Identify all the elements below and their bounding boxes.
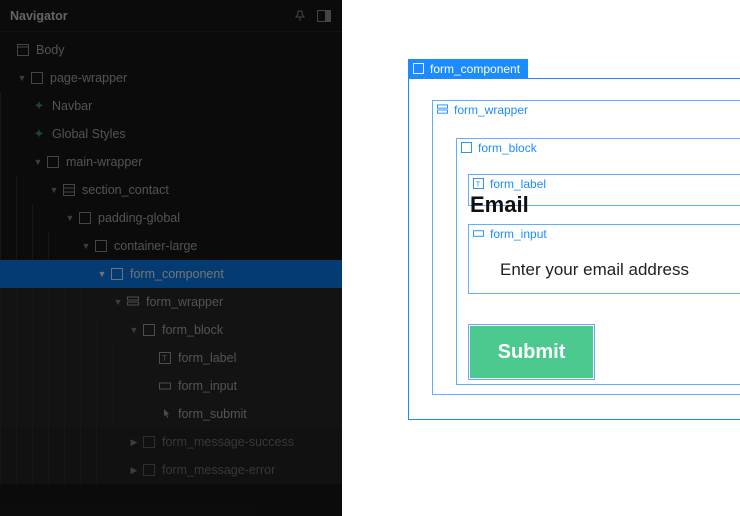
tree-label: padding-global [98, 211, 180, 225]
chevron-down-icon[interactable]: ▼ [112, 297, 124, 307]
div-icon [461, 142, 473, 154]
div-icon [46, 155, 60, 169]
tree-label: form_label [178, 351, 236, 365]
tree-item-page-wrapper[interactable]: ▼ page-wrapper [0, 64, 342, 92]
tree-label: section_contact [82, 183, 169, 197]
body-icon [16, 43, 30, 57]
tree-item-global-styles[interactable]: ✦ Global Styles [0, 120, 342, 148]
tree-item-form-submit[interactable]: ▼ form_submit [0, 400, 342, 428]
tree-item-form-wrapper[interactable]: ▼ form_wrapper [0, 288, 342, 316]
tree-item-form-input[interactable]: ▼ form_input [0, 372, 342, 400]
tag-label: form_label [490, 177, 546, 191]
svg-text:T: T [162, 354, 167, 363]
pin-icon[interactable] [292, 8, 308, 24]
div-icon [94, 239, 108, 253]
chevron-right-icon[interactable]: ▶ [128, 465, 140, 476]
tag-label: form_block [478, 141, 537, 155]
div-icon [413, 63, 425, 75]
tree-item-section-contact[interactable]: ▼ section_contact [0, 176, 342, 204]
tree-label: Global Styles [52, 127, 126, 141]
chevron-down-icon[interactable]: ▼ [80, 241, 92, 251]
text-icon: T [473, 178, 485, 190]
tree-label: Navbar [52, 99, 92, 113]
tree-label: form_component [130, 267, 224, 281]
svg-text:T: T [476, 179, 481, 188]
tree-label: form_block [162, 323, 223, 337]
div-icon [142, 463, 156, 477]
tree-item-form-component[interactable]: ▼ form_component [0, 260, 342, 288]
div-icon [78, 211, 92, 225]
chevron-down-icon[interactable]: ▼ [64, 213, 76, 223]
tree-label: page-wrapper [50, 71, 127, 85]
tag-label: form_wrapper [454, 103, 528, 117]
navigator-title: Navigator [10, 9, 284, 23]
tree-label: form_message-success [162, 435, 294, 449]
text-icon: T [158, 351, 172, 365]
tree-label: main-wrapper [66, 155, 142, 169]
tree-item-form-message-error[interactable]: ▶ form_message-error [0, 456, 342, 484]
navigator-header: Navigator [0, 0, 342, 32]
tree-label: form_input [178, 379, 237, 393]
chevron-right-icon[interactable]: ▶ [128, 437, 140, 448]
chevron-down-icon[interactable]: ▼ [128, 325, 140, 335]
form-icon [126, 295, 140, 309]
tag-label: form_component [430, 62, 520, 76]
chevron-down-icon[interactable]: ▼ [16, 73, 28, 83]
form-label-text: Email [470, 192, 529, 218]
input-icon [473, 228, 485, 240]
tree-label: container-large [114, 239, 197, 253]
tree-label: form_message-error [162, 463, 275, 477]
outline-form-input[interactable]: form_input [468, 224, 740, 294]
outline-tag: form_input [469, 225, 547, 243]
tree-item-container-large[interactable]: ▼ container-large [0, 232, 342, 260]
tree-item-main-wrapper[interactable]: ▼ main-wrapper [0, 148, 342, 176]
tree-item-navbar[interactable]: ✦ Navbar [0, 92, 342, 120]
tree-label: form_submit [178, 407, 247, 421]
navigator-panel: Navigator Body ▼ page-wrapper ✦ Navbar ✦ [0, 0, 342, 516]
tree-item-form-block[interactable]: ▼ form_block [0, 316, 342, 344]
tree-item-form-message-success[interactable]: ▶ form_message-success [0, 428, 342, 456]
section-icon [62, 183, 76, 197]
tree-item-body[interactable]: Body [0, 36, 342, 64]
chevron-down-icon[interactable]: ▼ [96, 269, 108, 279]
tree-label: form_wrapper [146, 295, 223, 309]
navigator-tree: Body ▼ page-wrapper ✦ Navbar ✦ Global St… [0, 32, 342, 484]
tree-label: Body [36, 43, 65, 57]
div-icon [110, 267, 124, 281]
pointer-icon [158, 407, 172, 421]
submit-button[interactable]: Submit [470, 326, 593, 378]
div-icon [30, 71, 44, 85]
outline-tag: form_block [457, 139, 537, 157]
symbol-icon: ✦ [32, 98, 46, 114]
div-icon [142, 435, 156, 449]
tree-item-padding-global[interactable]: ▼ padding-global [0, 204, 342, 232]
canvas-preview: form_component form_wrapper form_block T… [342, 0, 740, 516]
chevron-down-icon[interactable]: ▼ [32, 157, 44, 167]
outline-tag: T form_label [469, 175, 546, 193]
selection-tag: form_component [408, 59, 528, 79]
tree-item-form-label[interactable]: ▼ T form_label [0, 344, 342, 372]
form-input-placeholder[interactable]: Enter your email address [500, 260, 689, 280]
input-icon [158, 379, 172, 393]
div-icon [142, 323, 156, 337]
symbol-icon: ✦ [32, 126, 46, 142]
panel-toggle-icon[interactable] [316, 8, 332, 24]
form-icon [437, 104, 449, 116]
chevron-down-icon[interactable]: ▼ [48, 185, 60, 195]
outline-tag: form_wrapper [433, 101, 528, 119]
tag-label: form_input [490, 227, 547, 241]
